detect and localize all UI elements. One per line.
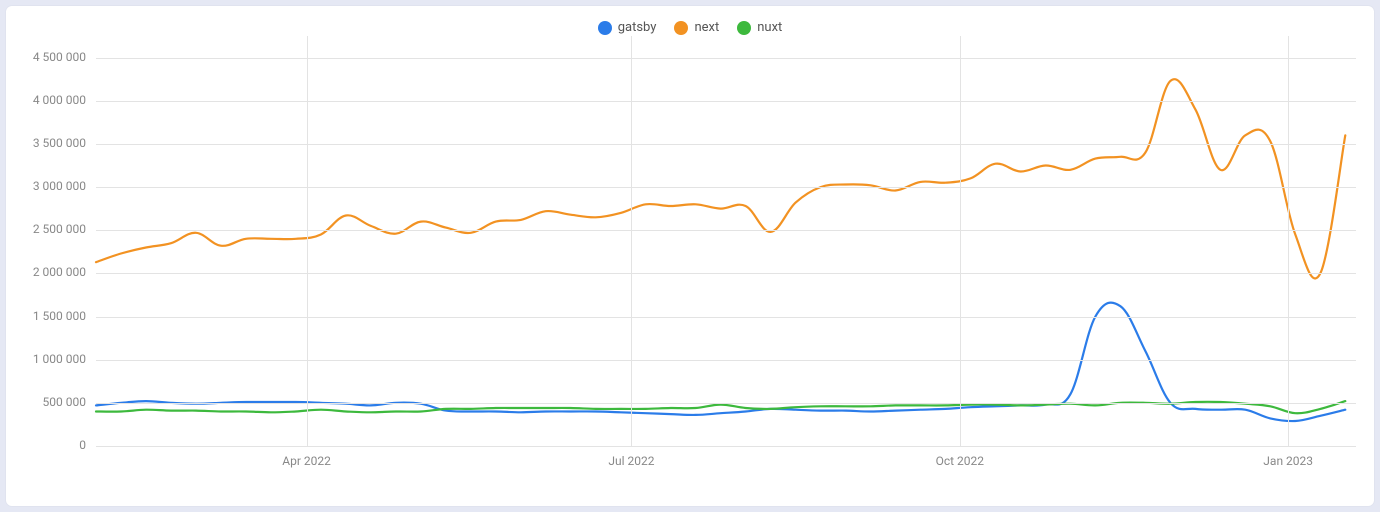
gridline-horizontal xyxy=(96,101,1356,102)
y-axis-tick-label: 4 000 000 xyxy=(10,93,86,107)
y-axis-tick-label: 500 000 xyxy=(10,395,86,409)
gridline-horizontal xyxy=(96,144,1356,145)
gridline-vertical xyxy=(631,36,632,446)
gridline-horizontal xyxy=(96,230,1356,231)
y-axis-tick-label: 3 500 000 xyxy=(10,136,86,150)
gridline-horizontal xyxy=(96,446,1356,447)
y-axis-tick-label: 1 000 000 xyxy=(10,352,86,366)
chart-lines xyxy=(6,6,1374,506)
x-axis-tick-label: Apr 2022 xyxy=(282,454,331,468)
y-axis-tick-label: 0 xyxy=(10,438,86,452)
y-axis-tick-label: 2 500 000 xyxy=(10,222,86,236)
y-axis-tick-label: 2 000 000 xyxy=(10,265,86,279)
y-axis-tick-label: 3 000 000 xyxy=(10,179,86,193)
chart-card: gatsbynextnuxt 0500 0001 000 0001 500 00… xyxy=(6,6,1374,506)
series-line-next xyxy=(96,79,1345,278)
gridline-horizontal xyxy=(96,317,1356,318)
x-axis-tick-label: Oct 2022 xyxy=(936,454,984,468)
plot-area: 0 500 000 1 000 000 1 500 000 2 000 000 2 500… xyxy=(6,6,1374,506)
gridline-vertical xyxy=(307,36,308,446)
gridline-vertical xyxy=(960,36,961,446)
x-axis-tick-label: Jan 2023 xyxy=(1263,454,1313,468)
gridline-horizontal xyxy=(96,360,1356,361)
gridline-vertical xyxy=(1288,36,1289,446)
y-axis-tick-label: 1 500 000 xyxy=(10,309,86,323)
y-axis-tick-label: 4 500 000 xyxy=(10,50,86,64)
gridline-horizontal xyxy=(96,187,1356,188)
gridline-horizontal xyxy=(96,273,1356,274)
gridline-horizontal xyxy=(96,58,1356,59)
x-axis-tick-label: Jul 2022 xyxy=(608,454,654,468)
gridline-horizontal xyxy=(96,403,1356,404)
